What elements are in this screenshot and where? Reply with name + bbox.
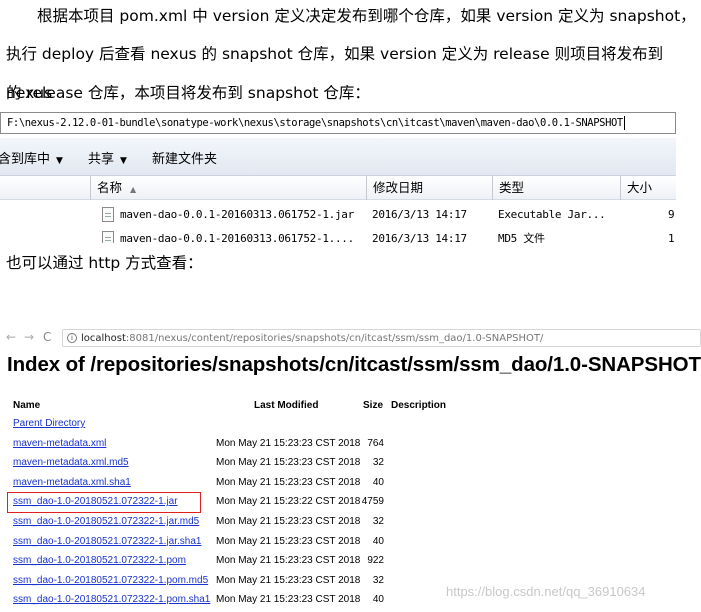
table-row: ssm_dao-1.0-20180521.072322-1.jar.sha1 Mo… <box>0 532 701 552</box>
file-size: 40 <box>372 594 384 606</box>
file-size: 1 <box>668 232 675 243</box>
col-header-name: Name <box>13 400 41 411</box>
include-in-library-menu[interactable]: 含到库中 ▼ <box>0 148 63 167</box>
last-modified: Mon May 21 15:23:22 CST 2018 <box>216 496 361 508</box>
url-input[interactable]: i localhost:8081/nexus/content/repositor… <box>62 329 701 347</box>
table-row: ssm_dao-1.0-20180521.072322-1.pom Mon May… <box>0 551 701 571</box>
file-row[interactable]: maven-dao-0.0.1-20160313.061752-1.jar 20… <box>0 203 676 227</box>
file-type: Executable Jar... <box>498 208 606 221</box>
file-link[interactable]: ssm_dao-1.0-20180521.072322-1.jar.sha1 <box>13 532 201 552</box>
last-modified: Mon May 21 15:23:23 CST 2018 <box>216 555 361 567</box>
last-modified: Mon May 21 15:23:23 CST 2018 <box>216 437 361 449</box>
file-size: 922 <box>367 555 384 567</box>
index-title: Index of /repositories/snapshots/cn/itca… <box>7 353 701 376</box>
file-name: maven-dao-0.0.1-20160313.061752-1.jar <box>120 208 354 221</box>
highlight-box <box>7 492 201 513</box>
url-host: localhost <box>81 333 126 344</box>
new-folder-button[interactable]: 新建文件夹 <box>152 148 217 167</box>
file-link[interactable]: ssm_dao-1.0-20180521.072322-1.pom.md5 <box>13 571 208 591</box>
http-view-text: 也可以通过 http 方式查看： <box>6 254 203 272</box>
file-row[interactable]: maven-dao-0.0.1-20160313.061752-1.... 20… <box>0 227 676 243</box>
file-type: MD5 文件 <box>498 232 545 243</box>
file-modified: 2016/3/13 14:17 <box>372 208 467 221</box>
file-size: 764 <box>367 437 384 449</box>
file-size: 32 <box>372 457 384 469</box>
share-label: 共享 <box>88 152 115 167</box>
address-bar[interactable]: F:\nexus-2.12.0-01-bundle\sonatype-work\… <box>0 112 676 134</box>
file-name: maven-dao-0.0.1-20160313.061752-1.... <box>120 232 354 243</box>
back-arrow-icon[interactable]: ← <box>6 328 16 346</box>
jar-file-icon <box>102 207 114 222</box>
file-size: 40 <box>372 535 384 547</box>
reload-icon[interactable]: C <box>43 328 51 346</box>
last-modified: Mon May 21 15:23:23 CST 2018 <box>216 574 361 586</box>
file-link[interactable]: ssm_dao-1.0-20180521.072322-1.jar.md5 <box>13 512 199 532</box>
last-modified: Mon May 21 15:23:23 CST 2018 <box>216 594 361 606</box>
column-size[interactable]: 大小 <box>620 176 676 200</box>
file-size: 32 <box>372 515 384 527</box>
column-modified[interactable]: 修改日期 <box>366 176 492 200</box>
address-path: F:\nexus-2.12.0-01-bundle\sonatype-work\… <box>7 117 623 129</box>
column-name-label: 名称 <box>97 180 123 195</box>
url-path: :8081/nexus/content/repositories/snapsho… <box>125 333 544 344</box>
browser-url-bar: ← → C i localhost:8081/nexus/content/rep… <box>0 328 701 350</box>
last-modified: Mon May 21 15:23:23 CST 2018 <box>216 515 361 527</box>
forward-arrow-icon[interactable]: → <box>24 328 34 346</box>
text-caret <box>623 116 625 130</box>
file-size: 40 <box>372 476 384 488</box>
table-row: maven-metadata.xml.md5 Mon May 21 15:23:2… <box>0 453 701 473</box>
file-icon <box>102 231 114 243</box>
file-link[interactable]: maven-metadata.xml <box>13 434 106 454</box>
intro-line-1: 根据本项目 pom.xml 中 version 定义决定发布到哪个仓库，如果 v… <box>37 7 696 25</box>
last-modified: Mon May 21 15:23:23 CST 2018 <box>216 535 361 547</box>
col-header-size: Size <box>363 400 384 411</box>
file-link[interactable]: ssm_dao-1.0-20180521.072322-1.pom.sha1 <box>13 590 210 610</box>
table-row: Parent Directory <box>0 414 701 434</box>
file-link[interactable]: maven-metadata.xml.sha1 <box>13 473 131 493</box>
table-row: maven-metadata.xml Mon May 21 15:23:23 CS… <box>0 434 701 454</box>
last-modified: Mon May 21 15:23:23 CST 2018 <box>216 476 361 488</box>
dropdown-arrow-icon: ▼ <box>120 156 127 166</box>
file-list-header: 名称 ▲ 修改日期 类型 大小 <box>0 176 676 200</box>
file-link[interactable]: maven-metadata.xml.md5 <box>13 453 129 473</box>
file-modified: 2016/3/13 14:17 <box>372 232 467 243</box>
dropdown-arrow-icon: ▼ <box>56 156 63 166</box>
col-header-modified: Last Modified <box>254 400 319 411</box>
table-row: ssm_dao-1.0-20180521.072322-1.jar.md5 Mon… <box>0 512 701 532</box>
sort-ascending-icon: ▲ <box>130 185 137 194</box>
column-name[interactable]: 名称 ▲ <box>90 176 366 200</box>
last-modified: Mon May 21 15:23:23 CST 2018 <box>216 457 361 469</box>
column-type[interactable]: 类型 <box>492 176 620 200</box>
file-size: 4759 <box>361 496 384 508</box>
intro-line-3: 的 release 仓库，本项目将发布到 snapshot 仓库： <box>6 84 370 102</box>
file-explorer-screenshot: F:\nexus-2.12.0-01-bundle\sonatype-work\… <box>0 112 676 243</box>
include-in-library-label: 含到库中 <box>0 152 51 167</box>
watermark: https://blog.csdn.net/qq_36910634 <box>446 584 646 599</box>
share-menu[interactable]: 共享 ▼ <box>88 148 127 167</box>
col-header-description: Description <box>391 400 447 411</box>
file-size: 9 <box>668 208 675 221</box>
info-icon[interactable]: i <box>67 333 77 343</box>
file-size: 32 <box>372 574 384 586</box>
explorer-toolbar: 含到库中 ▼ 共享 ▼ 新建文件夹 <box>0 138 676 176</box>
file-link[interactable]: ssm_dao-1.0-20180521.072322-1.pom <box>13 551 186 571</box>
parent-directory-link[interactable]: Parent Directory <box>13 414 85 434</box>
browser-screenshot: ← → C i localhost:8081/nexus/content/rep… <box>0 328 701 612</box>
table-row: maven-metadata.xml.sha1 Mon May 21 15:23:… <box>0 473 701 493</box>
